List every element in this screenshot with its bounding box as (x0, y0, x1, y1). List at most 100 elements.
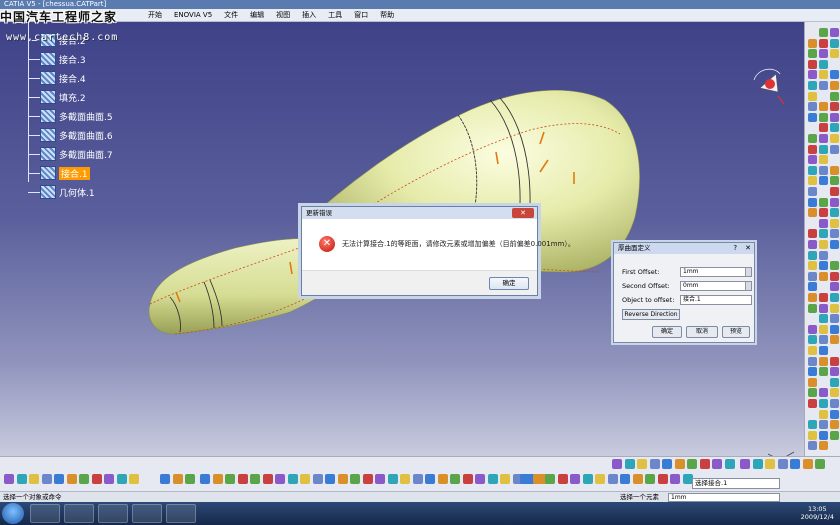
ok-button[interactable]: 确定 (652, 326, 682, 338)
menu-item[interactable]: 视图 (276, 9, 290, 22)
tool-icon[interactable] (808, 377, 817, 387)
taskbar-window-icon[interactable] (98, 504, 128, 523)
tool-icon[interactable] (662, 459, 672, 469)
tool-icon[interactable] (808, 197, 817, 207)
tree-node[interactable]: 接合.1 (28, 165, 90, 181)
tool-icon[interactable] (819, 229, 828, 239)
tool-icon[interactable] (645, 474, 655, 484)
tool-icon[interactable] (66, 474, 77, 484)
tool-icon[interactable] (808, 102, 817, 112)
tree-node[interactable]: 几何体.1 (28, 184, 95, 200)
taskbar-ie-icon[interactable] (132, 504, 162, 523)
tool-icon[interactable] (582, 474, 593, 484)
tool-icon[interactable] (808, 59, 817, 69)
tool-icon[interactable] (500, 474, 510, 484)
tree-node[interactable]: 多截面曲面.5 (28, 108, 113, 124)
tool-icon[interactable] (819, 303, 828, 313)
tool-icon[interactable] (649, 459, 660, 469)
tool-icon[interactable] (830, 271, 839, 281)
tool-icon[interactable] (712, 459, 722, 469)
tool-icon[interactable] (830, 261, 839, 271)
tool-icon[interactable] (830, 314, 839, 324)
tool-icon[interactable] (808, 70, 817, 80)
tool-icon[interactable] (160, 474, 170, 484)
tool-icon[interactable] (830, 70, 839, 80)
tool-icon[interactable] (450, 474, 460, 484)
tool-icon[interactable] (819, 59, 828, 69)
tool-icon[interactable] (819, 430, 828, 440)
specification-tree[interactable]: 接合.2 接合.3 接合.4 填充.2 多截面曲面.5 多截面曲面.6 多截面曲面.7 接合.… (0, 22, 160, 202)
tool-icon[interactable] (624, 459, 635, 469)
tool-icon[interactable] (129, 474, 139, 484)
tool-icon[interactable] (808, 293, 817, 302)
tool-icon[interactable] (29, 474, 39, 484)
tool-icon[interactable] (830, 144, 839, 154)
tool-icon[interactable] (808, 165, 817, 175)
tool-icon[interactable] (632, 474, 643, 484)
tool-icon[interactable] (830, 420, 839, 430)
tool-icon[interactable] (657, 474, 668, 484)
tool-icon[interactable] (337, 474, 348, 484)
tool-icon[interactable] (808, 420, 817, 430)
menu-item[interactable]: ENOVIA V5 (174, 9, 212, 22)
tool-icon[interactable] (212, 474, 223, 484)
tool-icon[interactable] (275, 474, 285, 484)
selection-combo[interactable]: 选择接合.1 (692, 478, 780, 489)
tool-icon[interactable] (819, 420, 828, 430)
tool-icon[interactable] (830, 229, 839, 239)
tool-icon[interactable] (4, 474, 14, 484)
tool-icon[interactable] (808, 399, 817, 408)
tool-icon[interactable] (830, 324, 839, 334)
tool-icon[interactable] (819, 176, 828, 186)
tool-icon[interactable] (830, 282, 839, 292)
tool-icon[interactable] (808, 250, 817, 260)
tool-icon[interactable] (819, 399, 828, 408)
tool-icon[interactable] (830, 303, 839, 313)
tool-icon[interactable] (808, 271, 817, 281)
tool-icon[interactable] (819, 314, 828, 324)
preview-button[interactable]: 预览 (722, 326, 750, 338)
tool-icon[interactable] (819, 134, 828, 143)
tool-icon[interactable] (808, 441, 817, 451)
tool-icon[interactable] (765, 459, 775, 469)
tool-icon[interactable] (687, 459, 697, 469)
tool-icon[interactable] (607, 474, 618, 484)
tool-icon[interactable] (830, 293, 839, 302)
tool-icon[interactable] (808, 282, 817, 292)
command-input[interactable]: 1mm (668, 493, 780, 502)
tool-icon[interactable] (819, 49, 828, 59)
tool-icon[interactable] (819, 165, 828, 175)
reverse-direction-button[interactable]: Reverse Direction (622, 309, 680, 320)
tool-icon[interactable] (819, 123, 828, 133)
tool-icon[interactable] (545, 474, 555, 484)
taskbar-explorer-icon[interactable] (30, 504, 60, 523)
tool-icon[interactable] (808, 155, 817, 165)
tool-icon[interactable] (808, 187, 817, 196)
tool-icon[interactable] (475, 474, 485, 484)
tool-icon[interactable] (808, 208, 817, 218)
cancel-button[interactable]: 取消 (686, 326, 718, 338)
tool-icon[interactable] (116, 474, 127, 484)
tool-icon[interactable] (819, 388, 828, 398)
first-offset-field[interactable]: 1mm (680, 267, 752, 277)
tool-icon[interactable] (808, 367, 817, 377)
tool-icon[interactable] (830, 176, 839, 186)
tool-icon[interactable] (91, 474, 102, 484)
tool-icon[interactable] (637, 459, 647, 469)
tool-icon[interactable] (830, 197, 839, 207)
tree-node[interactable]: 填充.2 (28, 89, 86, 105)
tool-icon[interactable] (819, 441, 828, 451)
tool-icon[interactable] (752, 459, 763, 469)
tool-icon[interactable] (830, 399, 839, 408)
tool-icon[interactable] (808, 261, 817, 271)
taskbar-catia-icon[interactable] (166, 504, 196, 523)
tool-icon[interactable] (682, 474, 693, 484)
tool-icon[interactable] (250, 474, 260, 484)
tool-icon[interactable] (54, 474, 64, 484)
tool-icon[interactable] (350, 474, 360, 484)
tool-icon[interactable] (674, 459, 685, 469)
tool-icon[interactable] (620, 474, 630, 484)
tool-icon[interactable] (237, 474, 248, 484)
tool-icon[interactable] (808, 388, 817, 398)
tool-icon[interactable] (462, 474, 473, 484)
